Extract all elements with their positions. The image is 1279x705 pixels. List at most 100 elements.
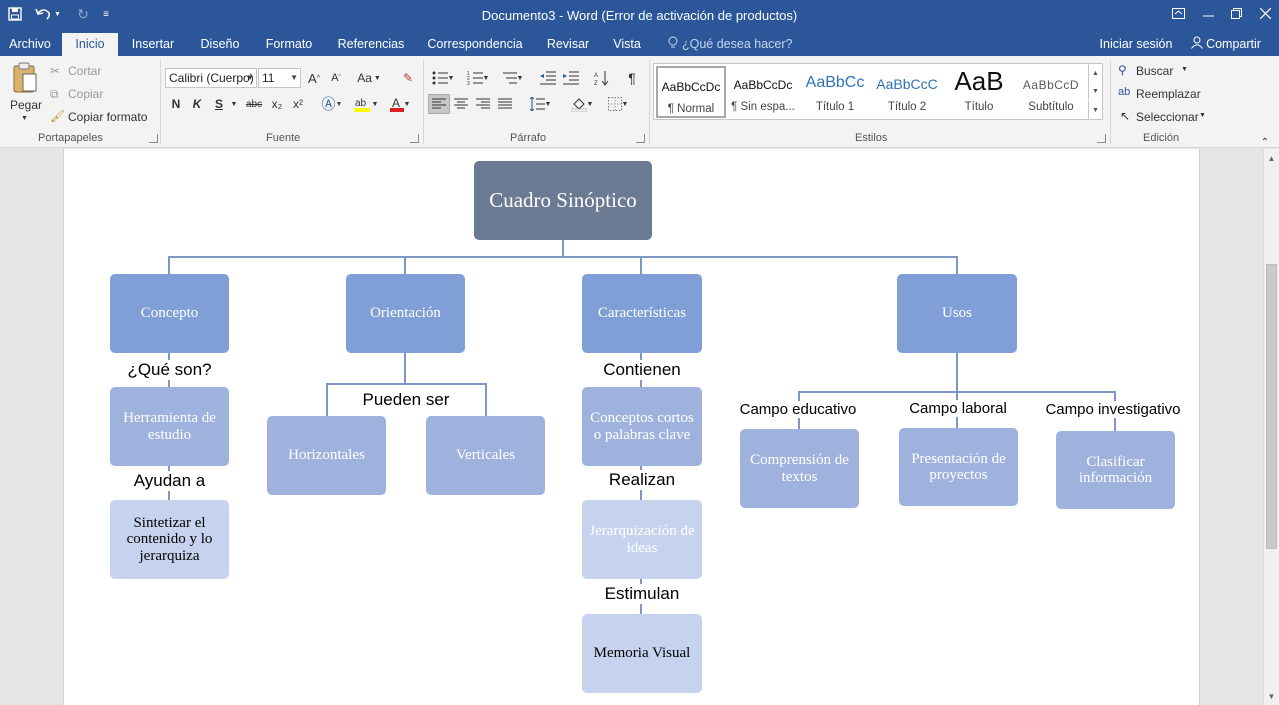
change-case-button[interactable]: Aa ▼ <box>353 68 385 88</box>
style-titulo-1[interactable]: AaBbCc Título 1 <box>800 66 870 118</box>
line-spacing-icon[interactable]: ▼ <box>524 94 556 114</box>
underline-button[interactable]: S <box>211 94 227 114</box>
format-painter-button[interactable]: 🖌 Copiar formato <box>48 109 154 127</box>
align-center-icon[interactable] <box>451 94 471 114</box>
connector <box>404 352 406 384</box>
style-preview: AaBbCcDc <box>733 78 793 92</box>
decrease-indent-icon[interactable] <box>538 68 558 88</box>
tab-inicio[interactable]: Inicio <box>62 33 118 56</box>
tab-referencias[interactable]: Referencias <box>333 33 409 56</box>
multilevel-list-icon[interactable]: ▼ <box>497 68 527 88</box>
italic-button[interactable]: K <box>189 94 205 114</box>
node-label: Características <box>597 305 687 322</box>
font-color-icon[interactable]: A ▼ <box>385 94 415 114</box>
style-titulo[interactable]: AaB Título <box>944 66 1014 118</box>
tell-me-box[interactable]: ¿Qué desea hacer? <box>668 33 793 56</box>
clipboard-launcher-icon[interactable] <box>149 134 158 143</box>
scroll-down-icon[interactable]: ▼ <box>1264 689 1279 703</box>
justify-icon[interactable] <box>495 94 515 114</box>
numbering-icon[interactable]: 1 2 3 ▼ <box>463 68 493 88</box>
paragraph-launcher-icon[interactable] <box>636 134 645 143</box>
connector <box>956 352 958 392</box>
tab-insertar[interactable]: Insertar <box>125 33 181 56</box>
style-subtitulo[interactable]: AaBbCcD Subtítulo <box>1016 66 1086 118</box>
font-launcher-icon[interactable] <box>410 134 419 143</box>
sort-icon[interactable]: AZ <box>592 68 612 88</box>
style-normal[interactable]: AaBbCcDc ¶ Normal <box>656 66 726 118</box>
vertical-scrollbar[interactable]: ▲ ▼ <box>1263 149 1279 705</box>
font-size-select[interactable]: 11 ▼ <box>258 68 301 88</box>
chevron-down-icon: ▼ <box>1181 66 1188 73</box>
select-button[interactable]: ↖ Seleccionar ▼ <box>1118 109 1210 127</box>
tab-correspondencia[interactable]: Correspondencia <box>423 33 527 56</box>
replace-button[interactable]: ab Reemplazar <box>1118 86 1208 104</box>
shading-icon[interactable]: ▼ <box>566 94 598 114</box>
tab-archivo[interactable]: Archivo <box>2 33 58 56</box>
svg-text:ab: ab <box>355 98 367 109</box>
node-label: Concepto <box>140 305 199 322</box>
scroll-thumb[interactable] <box>1266 264 1277 549</box>
subscript-button[interactable]: x₂ <box>268 94 286 114</box>
strikethrough-button[interactable]: abc <box>243 94 265 114</box>
replace-icon: ab <box>1118 86 1131 98</box>
label-realizan: Realizan <box>582 470 702 490</box>
style-name: ¶ Sin espa... <box>731 101 795 113</box>
align-left-icon[interactable] <box>428 94 450 114</box>
styles-launcher-icon[interactable] <box>1097 134 1106 143</box>
node-jerarquizacion: Jerarquización de ideas <box>582 500 702 579</box>
shrink-font-label: A <box>331 72 339 84</box>
node-label: Presentación de proyectos <box>911 450 1006 484</box>
clear-format-icon[interactable]: ✎ <box>398 68 418 88</box>
replace-label: Reemplazar <box>1136 87 1201 101</box>
connector <box>326 383 486 385</box>
connector <box>404 256 406 274</box>
change-case-label: Aa <box>357 71 372 85</box>
scroll-up-icon[interactable]: ▲ <box>1264 151 1279 165</box>
window-title: Documento3 - Word (Error de activación d… <box>481 8 798 23</box>
tab-formato[interactable]: Formato <box>259 33 319 56</box>
gallery-more-icon[interactable]: ▼ <box>1088 101 1102 119</box>
style-titulo-2[interactable]: AaBbCcC Título 2 <box>872 66 942 118</box>
increase-indent-icon[interactable] <box>561 68 581 88</box>
bullets-icon[interactable]: ▼ <box>428 68 458 88</box>
style-sin-espaciado[interactable]: AaBbCcDc ¶ Sin espa... <box>728 66 798 118</box>
gallery-down-icon[interactable]: ▼ <box>1088 82 1102 100</box>
grow-font-button[interactable]: A ^ <box>305 68 323 88</box>
cut-button[interactable]: ✂ Cortar <box>48 63 108 81</box>
restore-icon[interactable] <box>1221 2 1251 24</box>
label-ayudan-a: Ayudan a <box>110 471 229 491</box>
superscript-button[interactable]: x² <box>289 94 307 114</box>
signin-link[interactable]: Iniciar sesión <box>1098 33 1174 56</box>
font-name-select[interactable]: Calibri (Cuerpo) ▼ <box>165 68 257 88</box>
tab-diseno[interactable]: Diseño <box>192 33 248 56</box>
label-que-son: ¿Qué son? <box>110 360 229 380</box>
find-button[interactable]: ⚲ Buscar ▼ <box>1118 63 1198 81</box>
gallery-up-icon[interactable]: ▲ <box>1088 64 1102 82</box>
node-label: Comprensión de textos <box>750 452 849 485</box>
paragraph-group-label: Párrafo <box>510 132 547 144</box>
underline-dropdown-icon[interactable]: ▼ <box>229 94 239 114</box>
shrink-font-button[interactable]: Aˇ <box>327 68 345 88</box>
node-clasificar: Clasificar información <box>1056 431 1175 509</box>
highlight-icon[interactable]: ab ▼ <box>351 94 381 114</box>
connector <box>562 239 564 257</box>
tab-revisar[interactable]: Revisar <box>540 33 596 56</box>
share-button[interactable]: Compartir <box>1180 33 1272 56</box>
paste-button[interactable]: Pegar ▼ <box>6 60 44 128</box>
bold-button[interactable]: N <box>168 94 184 114</box>
editing-group-label: Edición <box>1143 132 1180 144</box>
copy-button[interactable]: ⧉ Copiar <box>48 86 108 104</box>
style-preview: AaBbCc <box>805 74 865 91</box>
borders-icon[interactable]: ▼ <box>602 94 634 114</box>
search-icon: ⚲ <box>1118 63 1127 77</box>
svg-text:3: 3 <box>467 81 470 85</box>
brush-icon: 🖌 <box>50 109 66 123</box>
show-formatting-button[interactable]: ¶ <box>622 68 642 88</box>
close-icon[interactable] <box>1250 2 1279 24</box>
align-right-icon[interactable] <box>473 94 493 114</box>
text-effects-icon[interactable]: Ⓐ ▼ <box>318 94 346 114</box>
minimize-icon[interactable] <box>1193 2 1223 24</box>
find-label: Buscar <box>1136 64 1174 78</box>
tab-vista[interactable]: Vista <box>607 33 647 56</box>
ribbon-display-icon[interactable] <box>1163 2 1193 24</box>
